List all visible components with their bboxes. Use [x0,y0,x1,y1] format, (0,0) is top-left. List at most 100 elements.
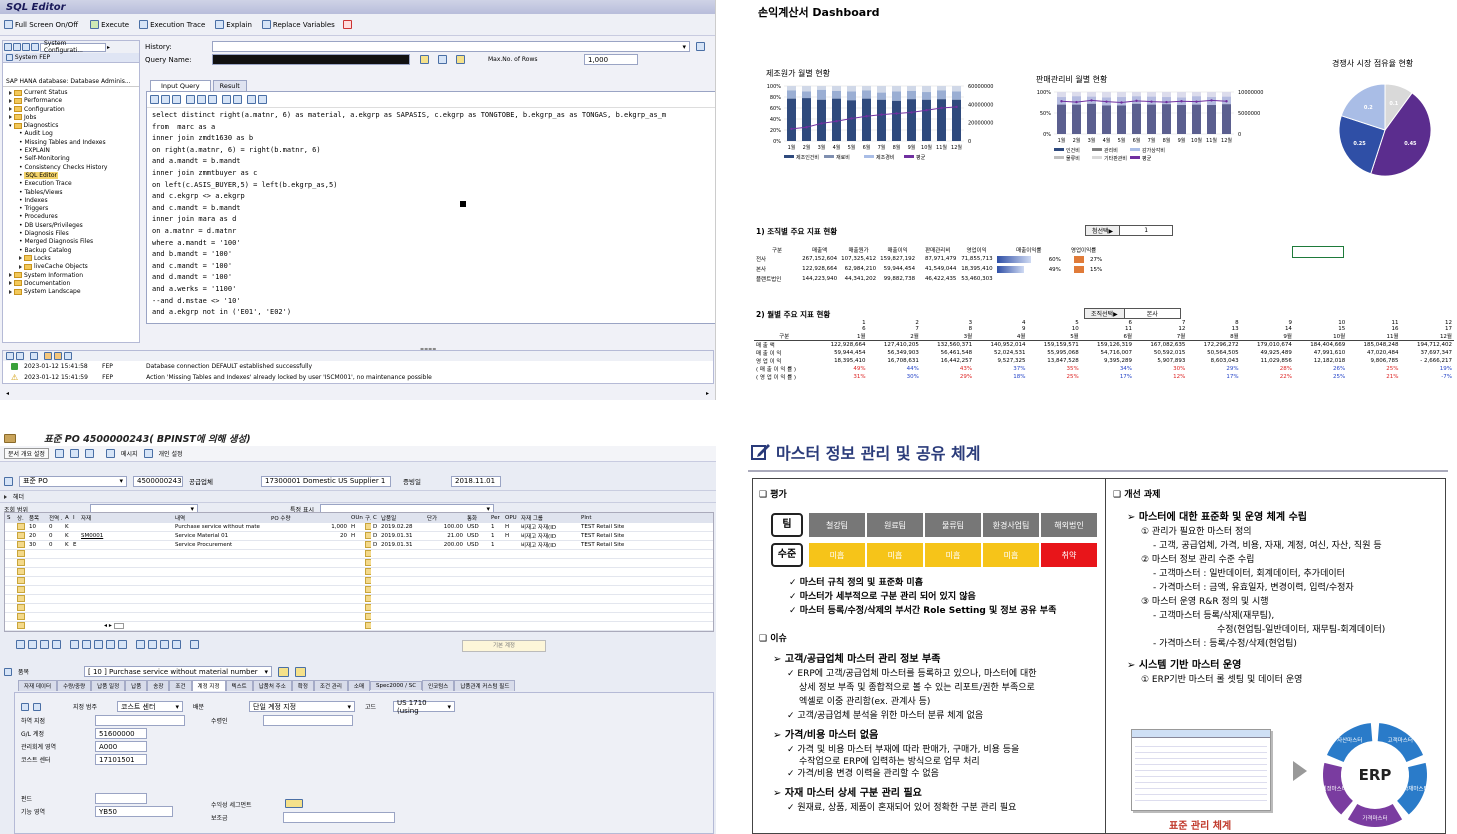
item-tab[interactable]: 납품 일정 [91,680,126,691]
grid-cell[interactable] [363,594,371,604]
tree-item[interactable]: • Missing Tables and Indexes [7,139,135,147]
item-tool-icon[interactable] [118,640,127,649]
grid-cell[interactable] [363,531,371,541]
grid-cell[interactable] [15,621,27,631]
grid-cell[interactable]: H [349,524,363,530]
change-icon[interactable] [69,449,79,458]
explain-button[interactable]: Explain [215,20,252,29]
system-selector[interactable]: System FEP [3,53,139,63]
grid-cell[interactable] [15,585,27,595]
default-account-button[interactable]: 기본 계정 [462,640,546,652]
grid-cell[interactable] [363,549,371,559]
grid-cell[interactable]: 100.00 [425,524,465,530]
item-tab[interactable]: Spec2000 / SC [370,681,423,690]
table-row[interactable] [5,585,713,595]
system-config-dropdown[interactable]: System Configurati... [40,40,106,54]
item-tab[interactable]: 납품처 주소 [252,680,292,691]
account-field-input[interactable]: 51600000 [95,728,147,739]
header-section[interactable]: 헤더 [0,490,716,502]
item-tool-icon[interactable] [70,640,79,649]
extra-icon[interactable] [342,20,352,29]
item-tab[interactable]: 텍스트 [225,680,253,691]
tree-tool-icon[interactable] [22,43,30,51]
editor-tool-icon[interactable] [197,95,206,104]
grid-cell[interactable]: D [371,533,379,539]
grid-cell[interactable] [363,585,371,595]
grid-column-header[interactable]: 자재 그룹 [519,514,579,522]
scroll-left-icon[interactable]: ◂ [6,390,9,397]
profit-segment-icon[interactable] [285,799,303,808]
account-category-select[interactable]: 코스트 센터 ▾ [117,701,183,712]
table-row[interactable]: 20 0 K SM0001 Service Material 01 20 H D 2019.01… [5,531,713,541]
item-tool-icon[interactable] [94,640,103,649]
tree-tool-icon[interactable] [31,43,39,51]
tree-item[interactable]: • Consistency Checks History [7,164,135,172]
grid-cell[interactable]: 1,000 [269,524,349,530]
grid-column-header[interactable]: 자재 [79,514,173,522]
load-icon[interactable] [420,55,429,64]
editor-tool-icon[interactable] [208,95,217,104]
tree-item[interactable]: • Triggers [7,205,135,213]
tab-result[interactable]: Result [212,80,247,91]
tree-item[interactable]: Performance [7,97,135,105]
tree-item[interactable]: • EXPLAIN [7,147,135,155]
distribution-select[interactable]: 단일 계정 지정 ▾ [249,701,355,712]
grid-cell[interactable]: 비재고 자재(ID [519,541,579,549]
log-tool-icon[interactable] [64,352,72,360]
edit-icon[interactable] [21,702,29,711]
grid-column-header[interactable]: OPU [503,515,519,521]
item-tab[interactable]: 확정 [291,680,314,691]
grid-cell[interactable] [363,603,371,613]
grid-cell[interactable]: 0 [47,524,63,530]
item-tab[interactable]: 송장 [147,680,170,691]
max-rows-input[interactable]: 1,000 [584,54,638,65]
prev-item-icon[interactable] [278,666,289,677]
grid-column-header[interactable]: 단가 [425,514,465,522]
editor-tool-icon[interactable] [222,95,231,104]
grid-cell[interactable]: 30 [27,542,47,548]
tree-item[interactable]: Configuration [7,106,135,114]
account-field-input[interactable] [95,793,147,804]
grid-cell[interactable]: D [371,542,379,548]
item-tool-icon[interactable] [106,640,115,649]
grid-cell[interactable]: K [63,533,71,539]
log-tool-icon[interactable] [54,352,62,360]
grid-column-header[interactable]: OUn [349,515,363,521]
item-tool-icon[interactable] [136,640,145,649]
grid-cell[interactable]: H [503,524,519,530]
grid-cell[interactable]: 1 [489,542,503,548]
grid-cell[interactable]: 200.00 [425,542,465,548]
grid-cell[interactable] [15,576,27,586]
fullscreen-button[interactable]: Full Screen On/Off [4,20,78,29]
editor-tool-icon[interactable] [150,95,159,104]
multi-icon[interactable] [33,702,41,711]
tab-input-query[interactable]: Input Query [150,80,211,91]
log-tool-icon[interactable] [16,352,24,360]
tree-item[interactable]: System Landscape [7,288,135,296]
chevron-right-icon[interactable]: ▸ [107,44,110,51]
account-field-input[interactable] [95,715,185,726]
history-delete-icon[interactable] [696,42,705,51]
editor-tool-icon[interactable] [233,95,242,104]
table-row[interactable] [5,612,713,622]
item-select[interactable]: [ 10 ] Purchase service without material… [84,666,272,677]
section1-selector[interactable]: 첨선택▶ 1 [1085,225,1174,236]
editor-tool-icon[interactable] [186,95,195,104]
messages-icon[interactable] [105,449,115,458]
tree-item[interactable]: • Diagnosis Files [7,230,135,238]
grid-cell[interactable]: Service Material 01 [173,533,269,539]
tree-item[interactable]: • Backup Catalog [7,247,135,255]
log-entry[interactable]: 2023-01-12 15:41:58 FEP Database connectio… [3,361,713,372]
tree-item[interactable]: • Audit Log [7,130,135,138]
grid-cell[interactable]: 0 [47,542,63,548]
tree-item[interactable]: ▾ Diagnostics [7,122,135,130]
grid-cell[interactable] [15,531,27,541]
item-tab[interactable]: 계정 지정 [191,680,226,691]
item-tab[interactable]: 소매 [347,680,371,691]
item-tab[interactable]: 납품관계 커스텀 필드 [454,680,516,691]
tree-item[interactable]: • Merged Diagnosis Files [7,238,135,246]
log-entry[interactable]: ⚠ 2023-01-12 15:41:59 FEP Action 'Missing T… [3,372,713,383]
grid-cell[interactable] [363,522,371,532]
doc-date-input[interactable]: 2018.11.01 [451,475,501,487]
log-tool-icon[interactable] [6,352,14,360]
